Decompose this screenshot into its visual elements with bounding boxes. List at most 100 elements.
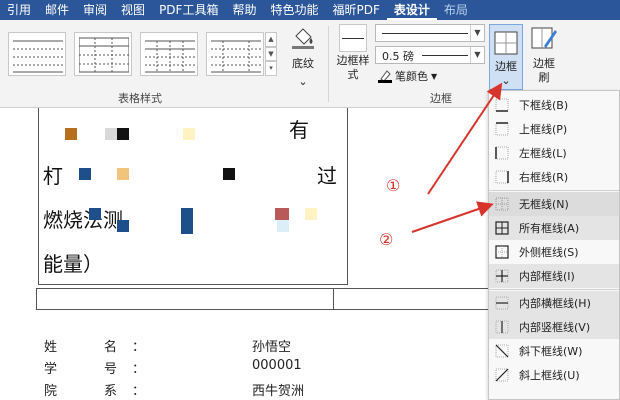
border-top-icon (495, 122, 509, 136)
table-cell-divider (333, 289, 334, 309)
info-key: 名 (104, 340, 118, 355)
menu-item-label: 所有框线(A) (519, 222, 580, 235)
menu-item-top-border[interactable]: 上框线(P) (489, 117, 619, 141)
border-painter-button[interactable]: 边框刷 (528, 24, 560, 85)
tab-view[interactable]: 视图 (114, 0, 152, 20)
menu-item-label: 斜下框线(W) (519, 345, 583, 358)
table-style-thumb-3[interactable] (140, 32, 198, 76)
menu-item-label: 无框线(N) (519, 198, 569, 211)
borders-group-label: 边框 (430, 92, 452, 105)
outside-borders-icon (495, 245, 509, 259)
table-style-thumb-2[interactable] (74, 32, 132, 76)
menu-item-inside-horizontal[interactable]: 内部横框线(H) (489, 291, 619, 315)
menu-item-label: 上框线(P) (519, 123, 568, 136)
info-value: 西牛贺洲 (252, 384, 305, 399)
pixelated-blot (117, 168, 129, 180)
pixelated-blot (89, 208, 101, 220)
border-painter-label: 边框刷 (533, 57, 555, 84)
chevron-down-icon: ⌄ (501, 74, 511, 87)
info-colon: ： (132, 340, 146, 355)
menu-item-outside-borders[interactable]: 外侧框线(S) (489, 240, 619, 264)
tab-pdf-toolbox[interactable]: PDF工具箱 (152, 0, 225, 20)
menu-item-label: 内部竖框线(V) (519, 321, 591, 334)
menu-item-inside-borders[interactable]: 内部框线(I) (489, 264, 619, 288)
shading-button[interactable]: 底纹 ⌄ (286, 26, 320, 89)
border-styles-label: 边框样式 (336, 54, 370, 81)
borders-dropdown-menu: 下框线(B) 上框线(P) 左框线(L) 右框线(R) 无框线(N) 所有框线(… (488, 90, 620, 400)
diagonal-down-icon (495, 344, 509, 358)
borders-grid-icon (494, 31, 518, 55)
menu-item-right-border[interactable]: 右框线(R) (489, 165, 619, 189)
pen-color-button[interactable]: 笔颜色 ▼ (378, 68, 437, 84)
pixelated-blot (305, 208, 317, 220)
tab-table-design[interactable]: 表设计 (386, 0, 437, 20)
gallery-down-button[interactable]: ▼ (265, 46, 277, 62)
menu-item-label: 内部横框线(H) (519, 297, 591, 310)
line-style-preview (382, 33, 468, 34)
menu-item-no-border[interactable]: 无框线(N) (489, 192, 619, 216)
all-borders-icon (495, 221, 509, 235)
pixelated-blot (183, 128, 195, 140)
info-value: 孙悟空 (252, 340, 292, 355)
gallery-more-button[interactable]: ▾ (265, 61, 277, 77)
menu-item-bottom-border[interactable]: 下框线(B) (489, 93, 619, 117)
info-colon: ： (132, 384, 146, 399)
line-style-select[interactable]: ▼ (375, 24, 485, 42)
inside-horizontal-icon (495, 296, 509, 310)
table-style-thumb-1[interactable] (8, 32, 66, 76)
diagonal-up-icon (495, 368, 509, 382)
menu-item-label: 外侧框线(S) (519, 246, 579, 259)
menu-item-left-border[interactable]: 左框线(L) (489, 141, 619, 165)
line-weight-value: 0.5 磅 (382, 50, 414, 63)
doc-text-line1-end: 有 (289, 118, 309, 142)
info-key: 姓 (44, 340, 58, 355)
pixelated-blot (79, 168, 91, 180)
doc-text-line2-start: 朾 (43, 164, 63, 188)
gallery-up-button[interactable]: ▲ (265, 32, 277, 47)
info-value: 000001 (252, 358, 302, 373)
pixelated-blot (223, 168, 235, 180)
info-key: 系 (104, 384, 118, 399)
border-right-icon (495, 170, 509, 184)
annotation-number-1: ① (386, 176, 401, 195)
border-style-preview-icon (339, 24, 367, 52)
menu-item-diagonal-down[interactable]: 斜下框线(W) (489, 339, 619, 363)
chevron-down-icon: ▼ (431, 71, 438, 81)
line-weight-select[interactable]: 0.5 磅 ▼ (375, 46, 485, 64)
menu-item-label: 左框线(L) (519, 147, 567, 160)
table-style-thumb-4[interactable] (206, 32, 264, 76)
border-styles-button[interactable]: 边框样式 (334, 24, 372, 82)
pen-color-label: 笔颜色 (395, 70, 428, 83)
doc-text-line4: 能量） (43, 252, 103, 276)
tab-special-features[interactable]: 特色功能 (263, 0, 325, 20)
tab-review[interactable]: 审阅 (76, 0, 114, 20)
pixelated-blot (277, 220, 289, 232)
menu-item-all-borders[interactable]: 所有框线(A) (489, 216, 619, 240)
pen-icon (378, 70, 392, 83)
chevron-down-icon: ⌄ (298, 75, 308, 88)
menu-item-diagonal-up[interactable]: 斜上框线(U) (489, 363, 619, 387)
shading-label: 底纹 (292, 57, 314, 70)
tab-mailings[interactable]: 邮件 (38, 0, 76, 20)
menu-item-label: 内部框线(I) (519, 270, 575, 283)
table-style-preview-icon (145, 40, 195, 73)
menu-item-label: 斜上框线(U) (519, 369, 580, 382)
menu-item-inside-vertical[interactable]: 内部竖框线(V) (489, 315, 619, 339)
no-border-icon (495, 197, 509, 211)
tab-foxit-pdf[interactable]: 福昕PDF (325, 0, 386, 20)
borders-label: 边框 (495, 60, 517, 73)
doc-text-line2-end: 过 (317, 164, 337, 188)
tab-help[interactable]: 帮助 (225, 0, 263, 20)
menu-item-label: 下框线(B) (519, 99, 569, 112)
document-table[interactable]: 有 朾 过 燃烧法测 能量） (38, 108, 348, 285)
borders-button[interactable]: 边框 ⌄ (489, 24, 523, 90)
tab-references[interactable]: 引用 (0, 0, 38, 20)
info-row-name: 姓 名 ： 孙悟空 (44, 336, 291, 355)
doc-text-line3: 燃烧法测 (43, 208, 123, 232)
line-weight-preview (422, 55, 468, 56)
table-style-preview-icon (79, 37, 129, 73)
pixelated-blot (117, 220, 129, 232)
tab-layout[interactable]: 布局 (437, 0, 475, 20)
inside-vertical-icon (495, 320, 509, 334)
table-style-preview-icon (13, 40, 63, 73)
